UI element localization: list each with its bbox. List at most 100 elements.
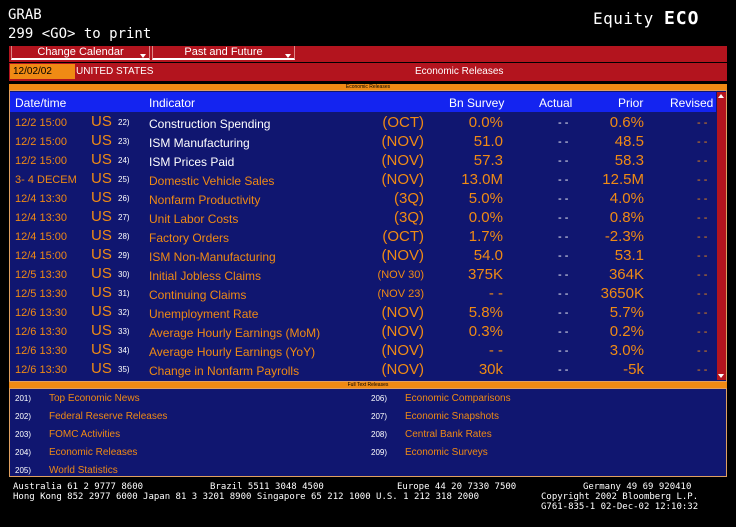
- row-actual: - -: [558, 117, 569, 129]
- table-row[interactable]: 12/6 13:30 US 35) Change in Nonfarm Payroll…: [10, 360, 716, 379]
- row-date: 12/4 13:30: [15, 212, 67, 224]
- col-header-datetime: Date/time: [15, 96, 67, 110]
- table-row[interactable]: 12/5 13:30 US 31) Continuing Claims (NOV 23)…: [10, 284, 716, 303]
- past-and-future-menu[interactable]: Past and Future: [152, 46, 295, 60]
- footer-australia: Australia 61 2 9777 8600: [13, 482, 144, 492]
- function-label: Economic Surveys: [405, 447, 488, 458]
- change-calendar-menu[interactable]: Change Calendar: [11, 46, 150, 60]
- function-link[interactable]: 201) Top Economic News: [15, 393, 140, 404]
- row-prior: 58.3: [614, 152, 644, 169]
- market-sector-label: Equity: [593, 9, 654, 28]
- footer-germany: Germany 49 69 920410: [583, 482, 692, 492]
- row-date: 12/6 13:30: [15, 364, 67, 376]
- function-label: Economic Comparisons: [405, 393, 511, 404]
- row-indicator[interactable]: Average Hourly Earnings (MoM): [149, 326, 320, 340]
- table-row[interactable]: 12/2 15:00 US 22) Construction Spending (OCT…: [10, 113, 716, 132]
- row-actual: - -: [558, 136, 569, 148]
- row-actual: - -: [558, 345, 569, 357]
- function-number: 203): [15, 430, 32, 439]
- row-period: (NOV 30): [377, 269, 424, 281]
- row-survey: 5.8%: [468, 304, 503, 321]
- row-actual: - -: [558, 212, 569, 224]
- table-row[interactable]: 12/4 15:00 US 29) ISM Non-Manufacturing (NOV…: [10, 246, 716, 265]
- row-indicator[interactable]: Initial Jobless Claims: [149, 269, 261, 283]
- row-prior: -5k: [623, 361, 644, 378]
- row-prior: 53.1: [614, 247, 644, 264]
- past-and-future-label: Past and Future: [184, 46, 263, 58]
- col-header-actual: Actual: [539, 96, 573, 110]
- function-link[interactable]: 203) FOMC Activities: [15, 429, 120, 440]
- row-date: 12/2 15:00: [15, 136, 67, 148]
- row-indicator[interactable]: ISM Non-Manufacturing: [149, 250, 276, 264]
- function-link[interactable]: 208) Central Bank Rates: [371, 429, 492, 440]
- row-country: US: [91, 284, 112, 301]
- row-indicator[interactable]: ISM Prices Paid: [149, 155, 234, 169]
- row-country: US: [91, 208, 112, 225]
- row-indicator[interactable]: Domestic Vehicle Sales: [149, 174, 274, 188]
- row-actual: - -: [558, 288, 569, 300]
- table-row[interactable]: 12/4 15:00 US 28) Factory Orders (OCT) 1.7% - …: [10, 227, 716, 246]
- row-actual: - -: [558, 174, 569, 186]
- row-prior: 12.5M: [602, 171, 644, 188]
- row-indicator[interactable]: Continuing Claims: [149, 288, 246, 302]
- table-row[interactable]: 12/4 13:30 US 27) Unit Labor Costs (3Q) 0.0% -…: [10, 208, 716, 227]
- row-indicator[interactable]: Average Hourly Earnings (YoY): [149, 345, 315, 359]
- row-survey: 0.3%: [468, 323, 503, 340]
- scroll-down-icon[interactable]: [718, 374, 724, 378]
- menu-bar: Change Calendar Past and Future: [9, 46, 727, 62]
- function-label: FOMC Activities: [49, 429, 121, 440]
- table-row[interactable]: 12/5 13:30 US 30) Initial Jobless Claims (NO…: [10, 265, 716, 284]
- row-actual: - -: [558, 250, 569, 262]
- control-bar-title: Economic Releases: [415, 66, 504, 77]
- table-row[interactable]: 12/4 13:30 US 26) Nonfarm Productivity (3Q) 5…: [10, 189, 716, 208]
- row-revised: - -: [697, 307, 708, 319]
- function-label: Top Economic News: [49, 393, 140, 404]
- control-bar: 12/02/02 UNITED STATES Economic Releases: [9, 63, 727, 81]
- function-label: Economic Releases: [49, 447, 138, 458]
- row-period: (NOV): [381, 323, 425, 340]
- function-link[interactable]: 209) Economic Surveys: [371, 447, 488, 458]
- function-link[interactable]: 205) World Statistics: [15, 465, 118, 476]
- row-actual: - -: [558, 155, 569, 167]
- row-survey: 5.0%: [468, 190, 503, 207]
- row-survey: 51.0: [473, 133, 503, 150]
- row-indicator[interactable]: Construction Spending: [149, 117, 270, 131]
- row-period: (NOV 23): [377, 288, 424, 300]
- row-revised: - -: [697, 193, 708, 205]
- table-row[interactable]: 3- 4 DECEM US 25) Domestic Vehicle Sales (NO…: [10, 170, 716, 189]
- date-input[interactable]: 12/02/02: [10, 64, 75, 79]
- row-indicator[interactable]: Change in Nonfarm Payrolls: [149, 364, 299, 378]
- row-indicator[interactable]: Unit Labor Costs: [149, 212, 238, 226]
- function-number: 206): [371, 394, 388, 403]
- row-prior: 4.0%: [609, 190, 644, 207]
- row-survey: 13.0M: [461, 171, 503, 188]
- row-actual: - -: [558, 269, 569, 281]
- table-row[interactable]: 12/6 13:30 US 34) Average Hourly Earnings (…: [10, 341, 716, 360]
- table-row[interactable]: 12/2 15:00 US 24) ISM Prices Paid (NOV) 57.3 -…: [10, 151, 716, 170]
- releases-panel: Date/time Indicator Bn Survey Actual Pri…: [9, 90, 727, 382]
- row-prior: 0.2%: [609, 323, 644, 340]
- table-row[interactable]: 12/6 13:30 US 33) Average Hourly Earnings (…: [10, 322, 716, 341]
- scrollbar[interactable]: [717, 92, 726, 380]
- function-link[interactable]: 204) Economic Releases: [15, 447, 137, 458]
- table-row[interactable]: 12/6 13:30 US 32) Unemployment Rate (NOV) 5.8…: [10, 303, 716, 322]
- row-indicator[interactable]: Factory Orders: [149, 231, 229, 245]
- function-link[interactable]: 206) Economic Comparisons: [371, 393, 511, 404]
- table-header: Date/time Indicator Bn Survey Actual Pri…: [10, 92, 716, 112]
- function-link[interactable]: 207) Economic Snapshots: [371, 411, 499, 422]
- row-actual: - -: [558, 231, 569, 243]
- row-prior: 3650K: [600, 285, 644, 302]
- country-label[interactable]: UNITED STATES: [76, 66, 153, 77]
- table-row[interactable]: 12/2 15:00 US 23) ISM Manufacturing (NOV) 51.…: [10, 132, 716, 151]
- row-country: US: [91, 246, 112, 263]
- row-indicator[interactable]: Unemployment Rate: [149, 307, 258, 321]
- row-country: US: [91, 341, 112, 358]
- row-period: (OCT): [382, 228, 424, 245]
- row-period: (NOV): [381, 361, 425, 378]
- function-link[interactable]: 202) Federal Reserve Releases: [15, 411, 167, 422]
- row-survey: 57.3: [473, 152, 503, 169]
- scroll-up-icon[interactable]: [718, 94, 724, 98]
- row-indicator[interactable]: ISM Manufacturing: [149, 136, 250, 150]
- row-date: 12/4 13:30: [15, 193, 67, 205]
- row-indicator[interactable]: Nonfarm Productivity: [149, 193, 260, 207]
